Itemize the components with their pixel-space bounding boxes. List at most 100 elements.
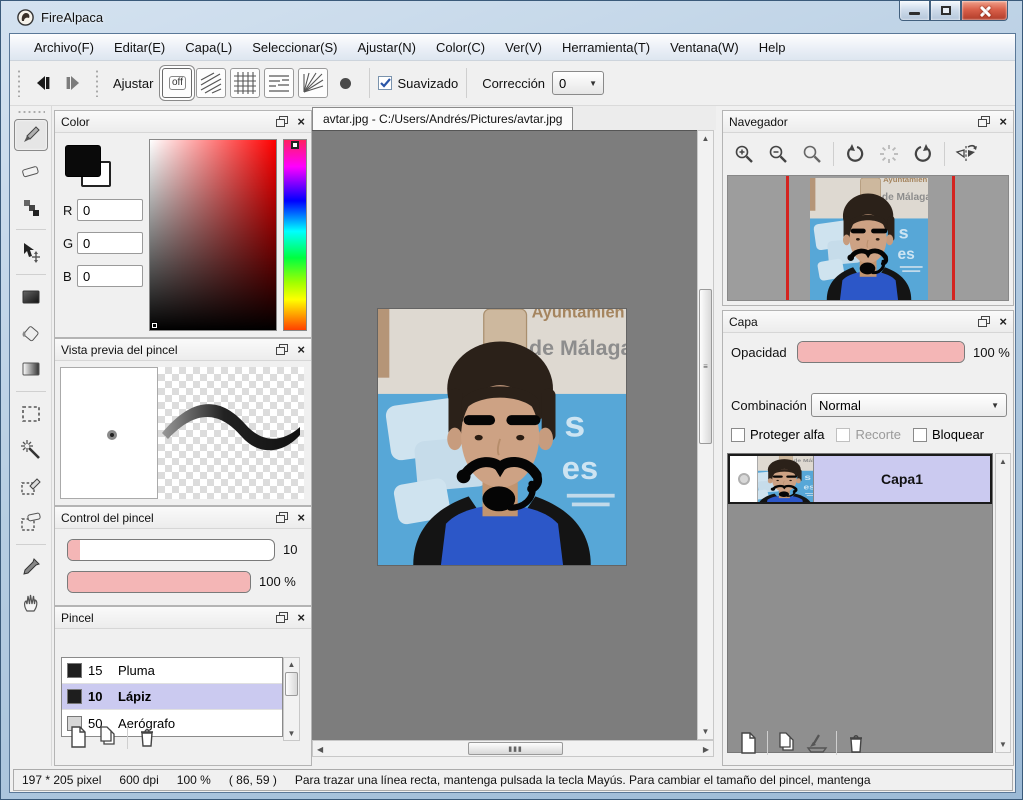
scroll-left-icon[interactable]: ◀: [317, 745, 323, 754]
new-layer-button[interactable]: [733, 729, 763, 757]
select-pen-tool-button[interactable]: [14, 470, 48, 502]
magic-wand-tool-button[interactable]: [14, 434, 48, 466]
bucket-tool-button[interactable]: [14, 317, 48, 349]
close-panel-icon[interactable]: ×: [999, 115, 1007, 128]
saturation-value-picker[interactable]: [149, 139, 277, 331]
menu-ver[interactable]: Ver(V): [495, 36, 552, 59]
layer-row-capa1[interactable]: Capa1: [728, 454, 992, 504]
new-brush-button[interactable]: [63, 723, 93, 751]
scroll-up-icon[interactable]: ▲: [284, 660, 299, 669]
duplicate-layer-button[interactable]: [772, 729, 802, 757]
scrollbar-thumb[interactable]: [285, 672, 298, 696]
sv-selector[interactable]: [152, 323, 157, 328]
rotate-left-button[interactable]: [838, 139, 872, 169]
close-panel-icon[interactable]: ×: [999, 315, 1007, 328]
zoom-out-button[interactable]: [761, 139, 795, 169]
scroll-down-icon[interactable]: ▼: [698, 727, 713, 736]
scroll-up-icon[interactable]: ▲: [996, 457, 1010, 466]
menu-herramienta[interactable]: Herramienta(T): [552, 36, 660, 59]
rotate-right-button[interactable]: [906, 139, 940, 169]
layer-list-scrollbar[interactable]: ▲ ▼: [995, 453, 1011, 753]
blend-mode-dropdown[interactable]: Normal ▼: [811, 393, 1007, 417]
delete-layer-button[interactable]: [841, 729, 871, 757]
float-panel-icon[interactable]: [978, 116, 991, 127]
snap-parallel-button[interactable]: [196, 68, 226, 98]
foreground-color-swatch[interactable]: [65, 145, 101, 177]
menu-editar[interactable]: Editar(E): [104, 36, 175, 59]
canvas-hscrollbar[interactable]: ◀ ▮▮▮ ▶: [312, 740, 714, 757]
flip-horizontal-button[interactable]: [949, 139, 983, 169]
menu-seleccionar[interactable]: Seleccionar(S): [242, 36, 347, 59]
redo-button[interactable]: [58, 69, 88, 97]
b-input[interactable]: [77, 265, 143, 287]
scrollbar-thumb[interactable]: ≡: [699, 289, 712, 444]
eyedropper-tool-button[interactable]: [14, 551, 48, 583]
close-panel-icon[interactable]: ×: [297, 343, 305, 356]
snap-off-button[interactable]: off: [162, 68, 192, 98]
correccion-dropdown[interactable]: 0 ▼: [552, 71, 604, 95]
toolbar-grip[interactable]: [17, 69, 21, 97]
canvas-vscrollbar[interactable]: ▲ ≡ ▼: [697, 130, 714, 740]
delete-brush-button[interactable]: [132, 723, 162, 751]
float-panel-icon[interactable]: [276, 512, 289, 523]
suavizado-checkbox[interactable]: Suavizado: [378, 76, 458, 91]
scroll-down-icon[interactable]: ▼: [284, 729, 299, 738]
document-tab[interactable]: avtar.jpg - C:/Users/Andrés/Pictures/avt…: [312, 107, 573, 130]
select-eraser-tool-button[interactable]: [14, 506, 48, 538]
close-button[interactable]: [961, 1, 1008, 21]
fill-rect-tool-button[interactable]: [14, 281, 48, 313]
menu-ventana[interactable]: Ventana(W): [660, 36, 749, 59]
clipping-checkbox[interactable]: Recorte: [836, 427, 901, 442]
select-tool-button[interactable]: [14, 398, 48, 430]
minimize-button[interactable]: [899, 1, 930, 21]
move-tool-button[interactable]: [14, 236, 48, 268]
brush-row-pluma[interactable]: 15 Pluma: [62, 658, 282, 684]
g-input[interactable]: [77, 232, 143, 254]
menu-ajustar[interactable]: Ajustar(N): [347, 36, 426, 59]
brush-size-slider[interactable]: [67, 539, 275, 561]
r-input[interactable]: [77, 199, 143, 221]
toolstrip-grip[interactable]: [17, 110, 45, 115]
protect-alpha-checkbox[interactable]: Proteger alfa: [731, 427, 824, 442]
lock-checkbox[interactable]: Bloquear: [913, 427, 984, 442]
menu-help[interactable]: Help: [749, 36, 796, 59]
merge-layer-button[interactable]: [802, 729, 832, 757]
scroll-right-icon[interactable]: ▶: [703, 745, 709, 754]
scrollbar-thumb[interactable]: ▮▮▮: [468, 742, 563, 755]
gradient-tool-button[interactable]: [14, 353, 48, 385]
layer-opacity-slider[interactable]: [797, 341, 965, 363]
layer-visibility-toggle[interactable]: [730, 456, 758, 502]
maximize-button[interactable]: [930, 1, 961, 21]
close-panel-icon[interactable]: ×: [297, 511, 305, 524]
menu-color[interactable]: Color(C): [426, 36, 495, 59]
close-panel-icon[interactable]: ×: [297, 611, 305, 624]
scroll-down-icon[interactable]: ▼: [996, 740, 1010, 749]
scroll-up-icon[interactable]: ▲: [698, 134, 713, 143]
snap-vanishing-button[interactable]: [264, 68, 294, 98]
brush-list-scrollbar[interactable]: ▲ ▼: [283, 657, 300, 741]
canvas-area[interactable]: [312, 130, 697, 740]
toolbar-grip[interactable]: [95, 69, 99, 97]
pen-tool-button[interactable]: [14, 119, 48, 151]
navigator-preview[interactable]: [727, 175, 1009, 301]
duplicate-brush-button[interactable]: [93, 723, 123, 751]
float-panel-icon[interactable]: [978, 316, 991, 327]
reset-rotation-button[interactable]: [872, 139, 906, 169]
hue-selector[interactable]: [291, 141, 299, 149]
eraser-tool-button[interactable]: [14, 155, 48, 187]
snap-radial-button[interactable]: [298, 68, 328, 98]
float-panel-icon[interactable]: [276, 612, 289, 623]
menu-archivo[interactable]: Archivo(F): [24, 36, 104, 59]
zoom-in-button[interactable]: [727, 139, 761, 169]
brush-row-lapiz[interactable]: 10 Lápiz: [62, 684, 282, 710]
snap-cross-button[interactable]: [230, 68, 260, 98]
menu-capa[interactable]: Capa(L): [175, 36, 242, 59]
undo-button[interactable]: [28, 69, 58, 97]
close-panel-icon[interactable]: ×: [297, 115, 305, 128]
hue-slider[interactable]: [283, 139, 307, 331]
float-panel-icon[interactable]: [276, 116, 289, 127]
hand-tool-button[interactable]: [14, 587, 48, 619]
brush-opacity-slider[interactable]: [67, 571, 251, 593]
document-image[interactable]: [378, 309, 626, 565]
zoom-reset-button[interactable]: [795, 139, 829, 169]
